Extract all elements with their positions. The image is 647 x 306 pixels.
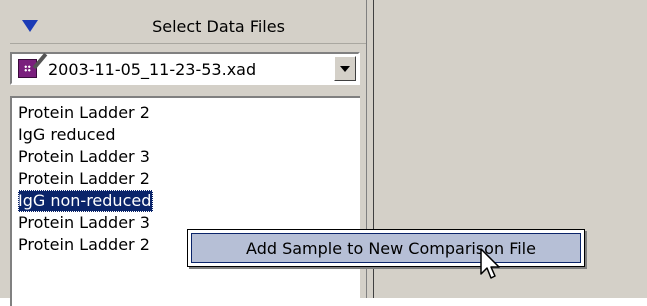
context-menu: Add Sample to New Comparison File — [187, 229, 585, 267]
chevron-down-icon — [340, 66, 350, 72]
data-file-select[interactable]: 2003-11-05_11-23-53.xad — [10, 52, 360, 85]
data-file-icon — [18, 59, 37, 78]
panel-header[interactable]: Select Data Files — [10, 9, 367, 44]
list-item[interactable]: Protein Ladder 2 — [18, 102, 150, 124]
panel-title: Select Data Files — [152, 17, 285, 36]
list-item[interactable]: IgG reduced — [18, 124, 116, 146]
selected-file-name: 2003-11-05_11-23-53.xad — [48, 60, 257, 79]
menu-item-add-sample-to-new-comparison-file[interactable]: Add Sample to New Comparison File — [191, 233, 581, 263]
list-item[interactable]: Protein Ladder 2 — [18, 234, 150, 256]
mouse-cursor-icon — [480, 248, 500, 279]
list-item-selected[interactable]: IgG non-reduced — [18, 190, 154, 212]
list-item[interactable]: Protein Ladder 3 — [18, 146, 150, 168]
dropdown-button[interactable] — [334, 56, 356, 81]
list-item[interactable]: Protein Ladder 2 — [18, 168, 150, 190]
list-item[interactable]: Protein Ladder 3 — [18, 212, 150, 234]
sample-list[interactable]: Protein Ladder 2 IgG reduced Protein Lad… — [10, 96, 360, 306]
